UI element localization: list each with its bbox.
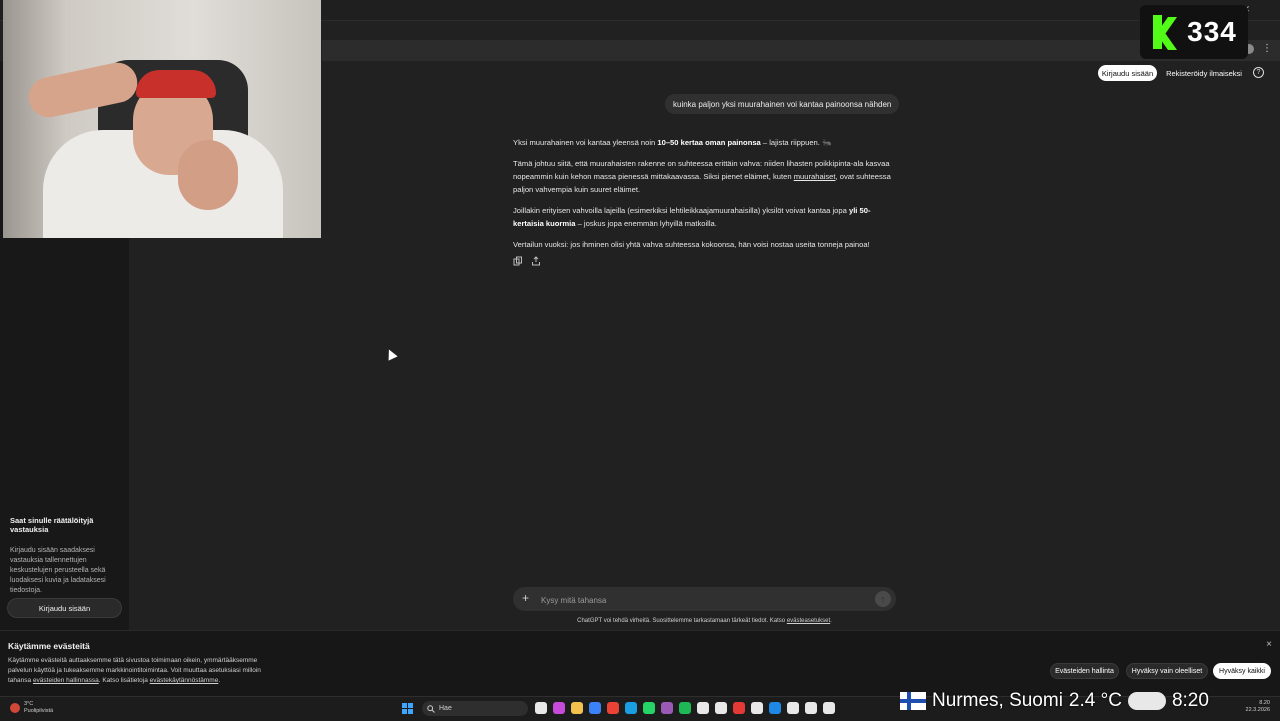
finland-flag-icon bbox=[900, 692, 926, 710]
taskbar-app-icon[interactable] bbox=[625, 702, 637, 714]
taskbar-app-icon[interactable] bbox=[643, 702, 655, 714]
answer-link[interactable]: muurahaiset bbox=[794, 172, 836, 181]
stream-location-overlay: Nurmes, Suomi 2.4 °C 8:20 bbox=[900, 690, 1209, 712]
message-actions bbox=[513, 256, 541, 266]
stream-counter-overlay: 334 bbox=[1140, 5, 1248, 59]
chat-composer: + ↑ bbox=[513, 587, 896, 611]
cookie-close-icon[interactable]: × bbox=[1266, 639, 1272, 650]
taskbar-search[interactable]: Hae bbox=[422, 701, 528, 716]
cookie-text: . bbox=[218, 677, 221, 684]
answer-text: – joskus jopa enemmän lyhyillä matkoilla… bbox=[575, 219, 717, 228]
login-button[interactable]: Kirjaudu sisään bbox=[1098, 65, 1157, 81]
overlay-time: 8:20 bbox=[1171, 690, 1209, 711]
answer-text: – lajista riippuen. 🐜 bbox=[760, 138, 832, 147]
disclaimer-link[interactable]: evästeasetukset bbox=[787, 618, 830, 624]
overlay-temperature: 2.4 °C bbox=[1068, 690, 1122, 711]
taskbar-app-icon[interactable] bbox=[751, 702, 763, 714]
clock-date: 22.3.2026 bbox=[1245, 707, 1270, 713]
weather-widget[interactable]: 3°C Puolipilvistä bbox=[10, 701, 53, 715]
clock-time: 8.20 bbox=[1259, 700, 1270, 706]
weather-temp: 3°C bbox=[24, 701, 34, 707]
answer-text: Yksi muurahainen voi kantaa yleensä noin bbox=[513, 138, 658, 147]
disclaimer-text: . bbox=[830, 618, 832, 624]
arrow-up-icon: ↑ bbox=[880, 594, 886, 604]
weather-text: 3°C Puolipilvistä bbox=[24, 701, 53, 715]
taskbar-app-icon[interactable] bbox=[535, 702, 547, 714]
copy-icon[interactable] bbox=[513, 256, 523, 266]
taskbar-apps bbox=[535, 702, 835, 714]
chat-input[interactable] bbox=[539, 591, 863, 609]
taskbar-app-icon[interactable] bbox=[805, 702, 817, 714]
weather-desc: Puolipilvistä bbox=[24, 708, 54, 714]
answer-paragraph-3: Joillakin erityisen vahvoilla lajeilla (… bbox=[513, 204, 895, 230]
disclaimer: ChatGPT voi tehdä virheitä. Suosittelemm… bbox=[513, 618, 896, 624]
sidebar-login-button[interactable]: Kirjaudu sisään bbox=[7, 598, 122, 618]
cookie-body: Käytämme evästeitä auttaaksemme tätä siv… bbox=[8, 656, 283, 686]
answer-paragraph-2: Tämä johtuu siitä, että muurahaisten rak… bbox=[513, 157, 895, 196]
cookie-settings-link[interactable]: evästeiden hallinnassa bbox=[33, 677, 99, 684]
send-button[interactable]: ↑ bbox=[875, 591, 891, 607]
browser-menu-icon[interactable]: ⋮ bbox=[1262, 44, 1272, 54]
webcam-person-hand bbox=[178, 140, 238, 210]
mouse-cursor-icon bbox=[384, 347, 398, 361]
taskbar-app-icon[interactable] bbox=[697, 702, 709, 714]
promo-body: Kirjaudu sisään saadaksesi vastauksia ta… bbox=[10, 547, 106, 594]
taskbar-app-icon[interactable] bbox=[733, 702, 745, 714]
cookie-policy-link[interactable]: evästekäytännöstämme bbox=[150, 677, 219, 684]
taskbar-app-icon[interactable] bbox=[607, 702, 619, 714]
windows-start-icon[interactable] bbox=[402, 703, 413, 714]
search-icon bbox=[427, 704, 435, 713]
answer-text: Joillakin erityisen vahvoilla lajeilla (… bbox=[513, 206, 849, 215]
webcam-overlay bbox=[3, 0, 321, 238]
taskbar-app-icon[interactable] bbox=[553, 702, 565, 714]
cookie-title: Käytämme evästeitä bbox=[8, 641, 90, 651]
kick-logo-icon bbox=[1151, 15, 1179, 50]
attach-plus-icon[interactable]: + bbox=[522, 592, 529, 604]
toolbar-icons: ⋮ bbox=[1244, 44, 1272, 54]
weather-icon bbox=[10, 703, 20, 713]
disclaimer-text: ChatGPT voi tehdä virheitä. Suosittelemm… bbox=[577, 618, 787, 624]
assistant-answer: Yksi muurahainen voi kantaa yleensä noin… bbox=[513, 136, 895, 259]
sidebar-login-promo: Saat sinulle räätälöityjä vastauksia Kir… bbox=[10, 516, 125, 596]
taskbar-app-icon[interactable] bbox=[679, 702, 691, 714]
taskbar-app-icon[interactable] bbox=[769, 702, 781, 714]
counter-value: 334 bbox=[1187, 16, 1237, 47]
system-clock[interactable]: 8.20 22.3.2026 bbox=[1246, 700, 1270, 714]
taskbar-app-icon[interactable] bbox=[661, 702, 673, 714]
taskbar-app-icon[interactable] bbox=[787, 702, 799, 714]
overlay-location: Nurmes, Suomi bbox=[932, 690, 1063, 711]
address-bar[interactable]: ⋮ bbox=[322, 40, 1280, 61]
taskbar-app-icon[interactable] bbox=[823, 702, 835, 714]
taskbar-app-icon[interactable] bbox=[571, 702, 583, 714]
cookie-banner: Käytämme evästeitä Käytämme evästeitä au… bbox=[0, 630, 1280, 697]
accept-all-button[interactable]: Hyväksy kaikki bbox=[1213, 663, 1271, 679]
answer-paragraph-4: Vertailun vuoksi: jos ihminen olisi yhtä… bbox=[513, 240, 870, 249]
search-label: Hae bbox=[439, 705, 452, 712]
help-icon[interactable]: ? bbox=[1253, 67, 1264, 78]
cloud-icon bbox=[1127, 692, 1166, 710]
promo-title: Saat sinulle räätälöityjä vastauksia bbox=[10, 516, 94, 534]
answer-bold: 10–50 kertaa oman painonsa bbox=[657, 138, 761, 147]
signup-button[interactable]: Rekisteröidy ilmaiseksi bbox=[1162, 65, 1246, 81]
user-message-bubble: kuinka paljon yksi muurahainen voi kanta… bbox=[665, 94, 900, 114]
accept-essential-button[interactable]: Hyväksy vain oleelliset bbox=[1126, 663, 1208, 679]
taskbar-app-icon[interactable] bbox=[715, 702, 727, 714]
answer-paragraph-1: Yksi muurahainen voi kantaa yleensä noin… bbox=[513, 136, 895, 149]
webcam-person-cap bbox=[136, 70, 216, 98]
cookie-text: . Katso lisätietoja bbox=[98, 677, 150, 684]
manage-cookies-button[interactable]: Evästeiden hallinta bbox=[1050, 663, 1119, 679]
share-icon[interactable] bbox=[531, 256, 541, 266]
taskbar-app-icon[interactable] bbox=[589, 702, 601, 714]
